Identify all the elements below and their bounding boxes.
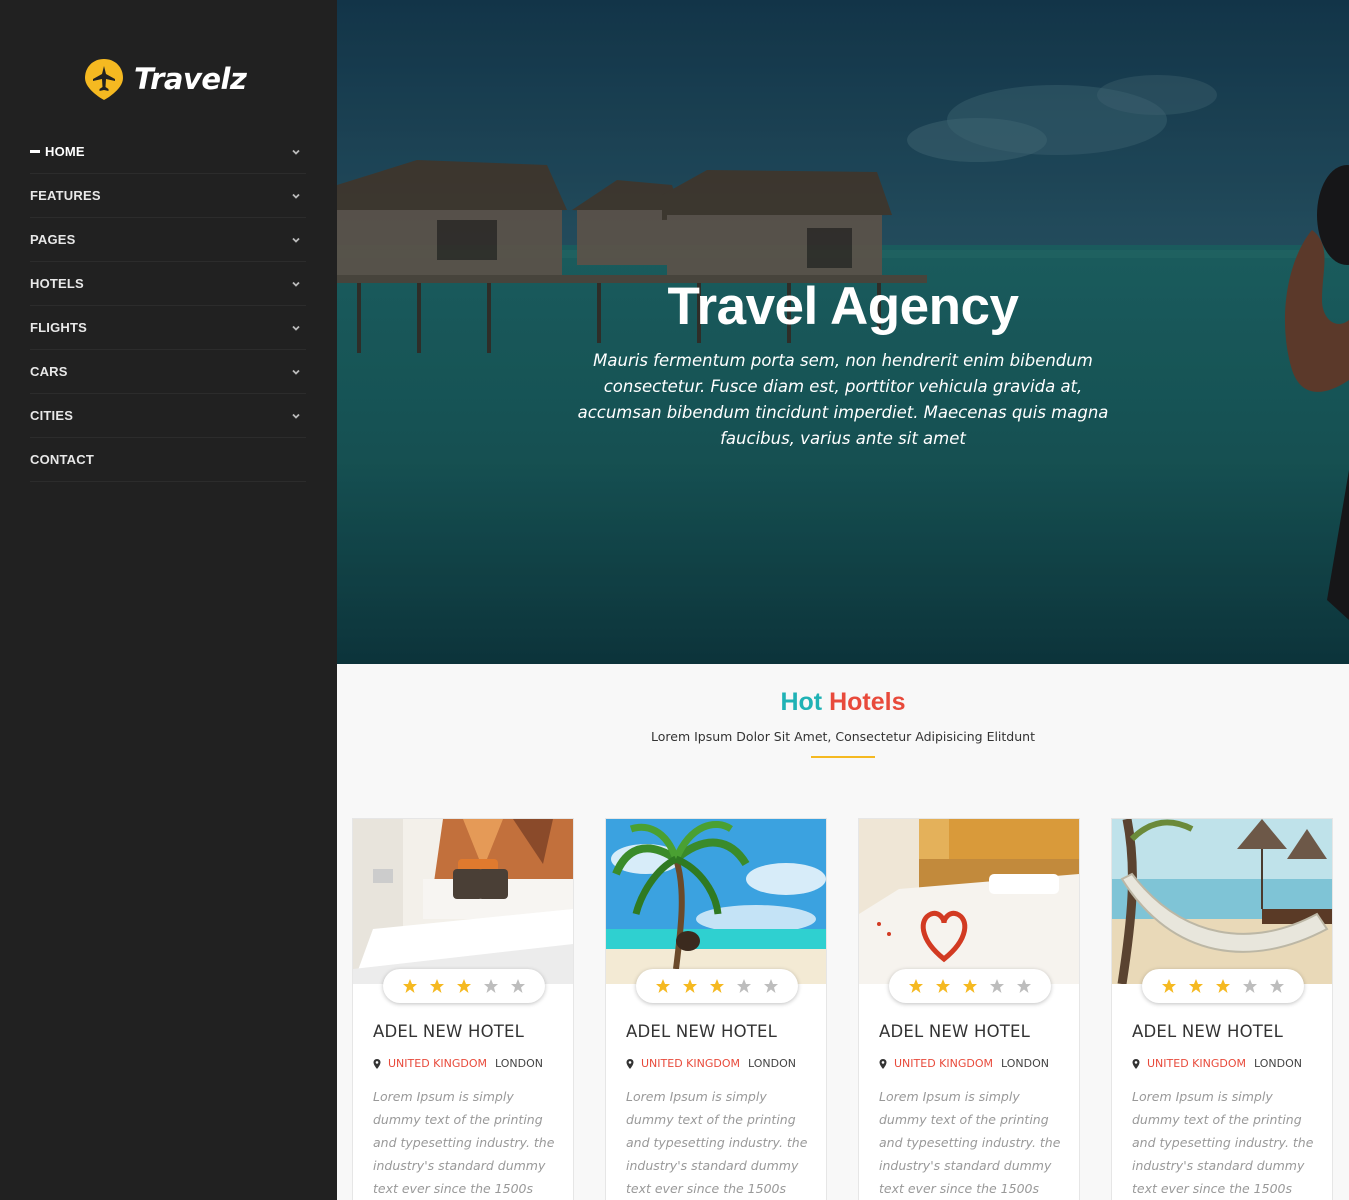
hotel-location: UNITED KINGDOM LONDON [879, 1057, 1049, 1070]
star-rating [889, 969, 1051, 1003]
nav-item-pages[interactable]: PAGES [30, 218, 306, 262]
star-empty-icon [1243, 979, 1257, 993]
nav-item-cities[interactable]: CITIES [30, 394, 306, 438]
active-dash-icon [30, 150, 40, 153]
map-pin-icon [626, 1058, 634, 1069]
star-filled-icon [909, 979, 923, 993]
hotel-description: Lorem Ipsum is simply dummy text of the … [1132, 1089, 1314, 1196]
hotel-image-bedroom[interactable] [353, 819, 573, 984]
map-pin-icon [373, 1058, 381, 1069]
star-filled-icon [457, 979, 471, 993]
hotel-city: LONDON [1001, 1057, 1049, 1070]
hotel-card[interactable]: ADEL NEW HOTEL UNITED KINGDOM LONDON Lor… [605, 818, 827, 1200]
hotel-description: Lorem Ipsum is simply dummy text of the … [373, 1089, 555, 1196]
sidebar: Travelz HOME FEATURES PAGES HOTELS FLIGH… [0, 0, 337, 1200]
star-filled-icon [710, 979, 724, 993]
hotel-card[interactable]: ADEL NEW HOTEL UNITED KINGDOM LONDON Lor… [1111, 818, 1333, 1200]
airplane-pin-icon [85, 59, 123, 100]
hotel-image-hammock-beach[interactable] [1112, 819, 1332, 984]
section-divider [811, 756, 875, 758]
map-pin-icon [879, 1058, 887, 1069]
hotel-name[interactable]: ADEL NEW HOTEL [626, 1022, 777, 1041]
chevron-down-icon [292, 413, 300, 419]
nav-item-home[interactable]: HOME [30, 130, 306, 174]
nav-item-cars[interactable]: CARS [30, 350, 306, 394]
hero-title: Travel Agency [667, 277, 1019, 336]
hotel-image-heart-bed[interactable] [859, 819, 1079, 984]
hotel-location: UNITED KINGDOM LONDON [373, 1057, 543, 1070]
star-filled-icon [936, 979, 950, 993]
nav-label: PAGES [30, 232, 76, 247]
nav-label: FEATURES [30, 188, 101, 203]
star-filled-icon [1216, 979, 1230, 993]
nav-label: HOME [45, 144, 85, 159]
nav-item-contact[interactable]: CONTACT [30, 438, 306, 482]
star-rating [636, 969, 798, 1003]
star-filled-icon [430, 979, 444, 993]
star-filled-icon [1162, 979, 1176, 993]
nav-item-hotels[interactable]: HOTELS [30, 262, 306, 306]
hotel-location: UNITED KINGDOM LONDON [1132, 1057, 1302, 1070]
hotel-city: LONDON [748, 1057, 796, 1070]
hotel-country[interactable]: UNITED KINGDOM [641, 1057, 740, 1070]
hotel-country[interactable]: UNITED KINGDOM [388, 1057, 487, 1070]
star-empty-icon [511, 979, 525, 993]
hotel-image-palm-beach[interactable] [606, 819, 826, 984]
nav-item-flights[interactable]: FLIGHTS [30, 306, 306, 350]
star-filled-icon [403, 979, 417, 993]
star-filled-icon [1189, 979, 1203, 993]
hotel-city: LONDON [1254, 1057, 1302, 1070]
hotel-name[interactable]: ADEL NEW HOTEL [373, 1022, 524, 1041]
hotel-city: LONDON [495, 1057, 543, 1070]
chevron-down-icon [292, 325, 300, 331]
main-nav: HOME FEATURES PAGES HOTELS FLIGHTS CARS … [30, 130, 306, 482]
star-filled-icon [683, 979, 697, 993]
hotel-name[interactable]: ADEL NEW HOTEL [1132, 1022, 1283, 1041]
chevron-down-icon [292, 281, 300, 287]
nav-label: FLIGHTS [30, 320, 88, 335]
star-empty-icon [1017, 979, 1031, 993]
hotel-name[interactable]: ADEL NEW HOTEL [879, 1022, 1030, 1041]
star-empty-icon [737, 979, 751, 993]
star-rating [1142, 969, 1304, 1003]
brand-name: Travelz [134, 62, 247, 96]
hotel-description: Lorem Ipsum is simply dummy text of the … [626, 1089, 808, 1196]
nav-label: HOTELS [30, 276, 84, 291]
nav-label: CONTACT [30, 452, 94, 467]
section-title-part2: Hotels [829, 688, 906, 716]
star-filled-icon [963, 979, 977, 993]
section-subtitle: Lorem Ipsum Dolor Sit Amet, Consectetur … [651, 729, 1035, 744]
nav-label: CITIES [30, 408, 74, 423]
hero-banner: Travel Agency Mauris fermentum porta sem… [337, 0, 1349, 664]
hotel-description: Lorem Ipsum is simply dummy text of the … [879, 1089, 1061, 1196]
star-rating [383, 969, 545, 1003]
star-empty-icon [484, 979, 498, 993]
chevron-down-icon [292, 237, 300, 243]
section-title: Hot Hotels [337, 688, 1349, 717]
chevron-down-icon [292, 369, 300, 375]
chevron-down-icon [292, 149, 300, 155]
star-empty-icon [990, 979, 1004, 993]
hotel-country[interactable]: UNITED KINGDOM [894, 1057, 993, 1070]
hotel-country[interactable]: UNITED KINGDOM [1147, 1057, 1246, 1070]
hotel-card[interactable]: ADEL NEW HOTEL UNITED KINGDOM LONDON Lor… [858, 818, 1080, 1200]
star-empty-icon [1270, 979, 1284, 993]
nav-item-features[interactable]: FEATURES [30, 174, 306, 218]
hero-subtitle: Mauris fermentum porta sem, non hendreri… [577, 351, 1109, 448]
nav-label: CARS [30, 364, 68, 379]
star-filled-icon [656, 979, 670, 993]
star-empty-icon [764, 979, 778, 993]
map-pin-icon [1132, 1058, 1140, 1069]
hotel-card[interactable]: ADEL NEW HOTEL UNITED KINGDOM LONDON Lor… [352, 818, 574, 1200]
chevron-down-icon [292, 193, 300, 199]
brand-logo[interactable]: Travelz [82, 57, 247, 101]
hot-hotels-section: Hot Hotels Lorem Ipsum Dolor Sit Amet, C… [337, 664, 1349, 1200]
section-title-part1: Hot [780, 688, 823, 716]
hotel-location: UNITED KINGDOM LONDON [626, 1057, 796, 1070]
